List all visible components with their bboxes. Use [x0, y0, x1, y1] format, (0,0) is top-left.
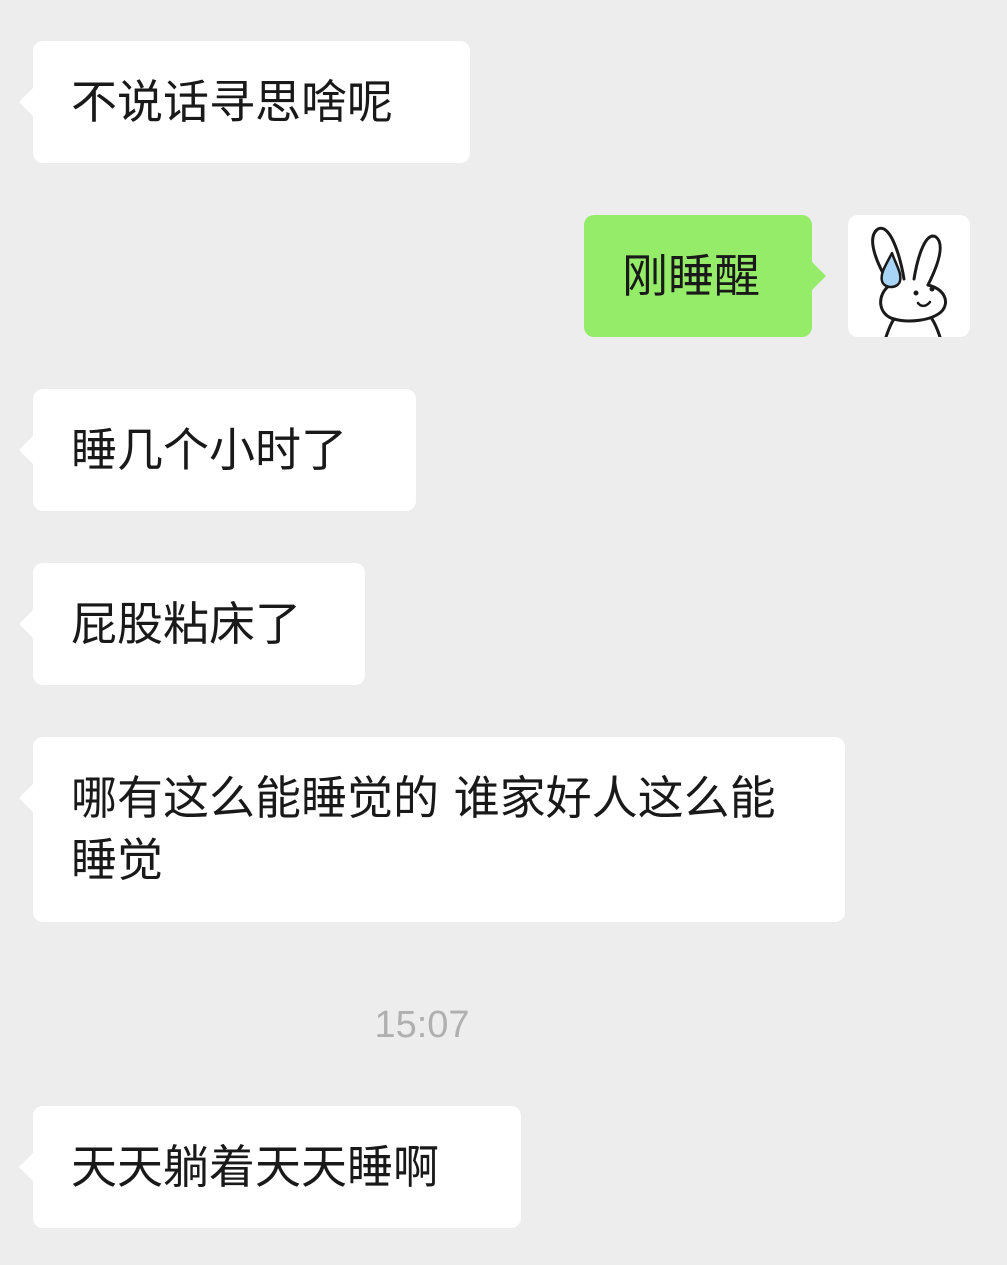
message-text: 不说话寻思啥呢 [71, 75, 393, 129]
bunny-sweat-drop-icon [871, 226, 947, 337]
message-bubble-received[interactable]: 睡几个小时了 [19, 389, 416, 511]
message-bubble-received[interactable]: 屁股粘床了 [19, 563, 365, 685]
message-text: 屁股粘床了 [71, 597, 301, 651]
message-bubble-received[interactable]: 不说话寻思啥呢 [19, 41, 470, 163]
avatar[interactable] [848, 215, 970, 337]
bubble-tail [19, 1153, 33, 1181]
bubble-tail [19, 784, 33, 812]
message-bubble-received[interactable]: 天天躺着天天睡啊 [19, 1106, 521, 1228]
bubble-tail [19, 88, 33, 116]
message-text: 刚睡醒 [622, 249, 760, 303]
timestamp: 15:07 [374, 1004, 470, 1046]
bubble-tail [19, 436, 33, 464]
message-text: 睡几个小时了 [71, 423, 347, 477]
message-bubble-sent[interactable]: 刚睡醒 [584, 215, 826, 337]
message-bubble-received[interactable]: 哪有这么能睡觉的 谁家好人这么能睡觉 [19, 737, 845, 922]
message-text: 哪有这么能睡觉的 谁家好人这么能睡觉 [71, 771, 776, 887]
bubble-tail [812, 262, 826, 290]
message-text: 天天躺着天天睡啊 [71, 1140, 439, 1194]
bubble-tail [19, 610, 33, 638]
